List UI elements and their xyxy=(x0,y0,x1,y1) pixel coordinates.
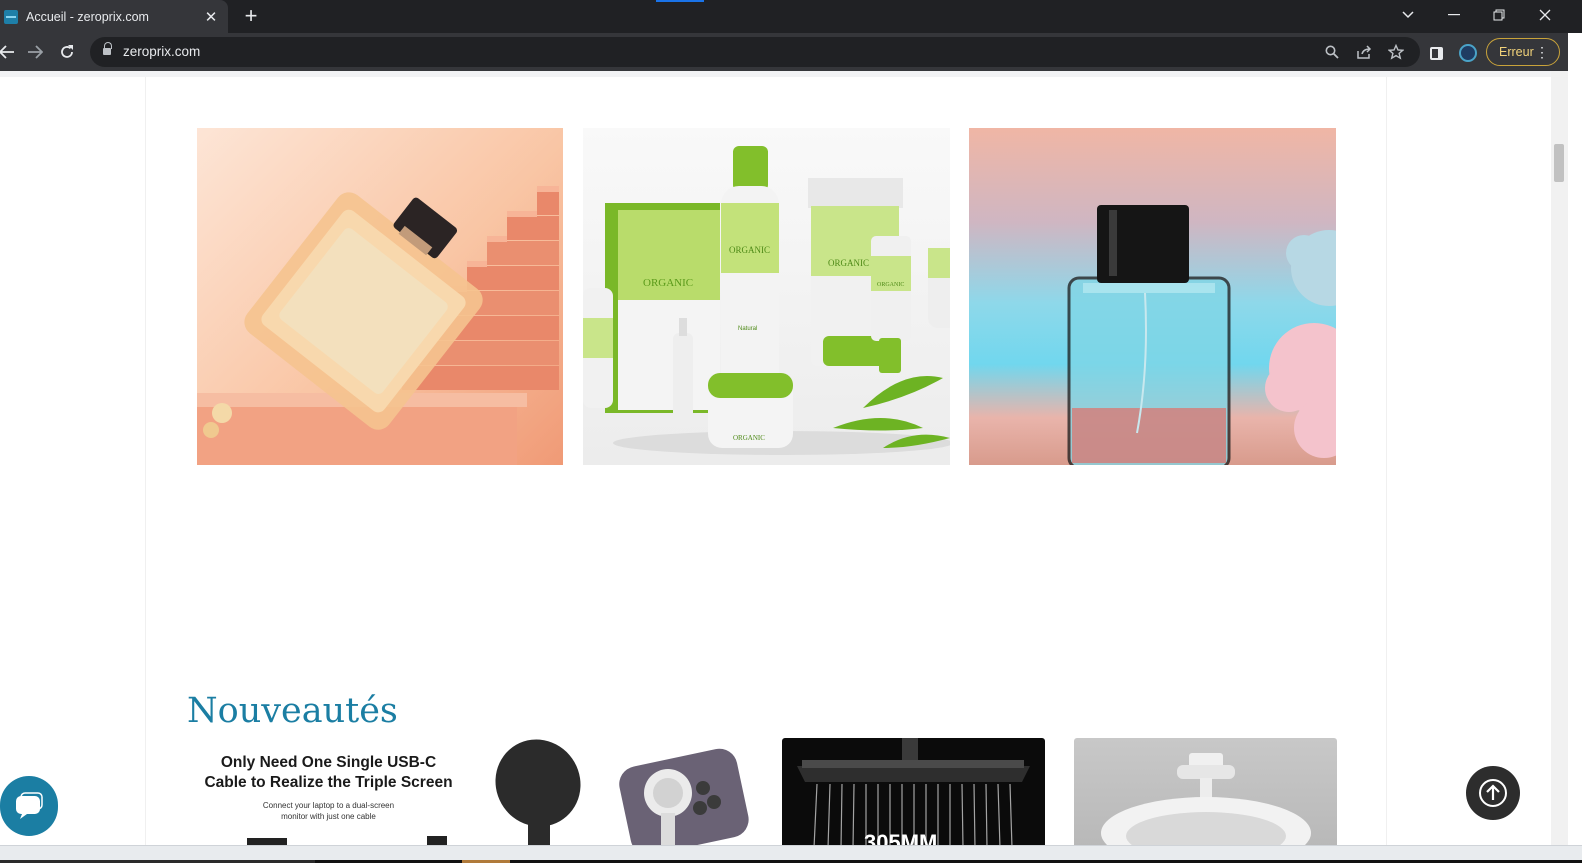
restore-window-button[interactable] xyxy=(1477,0,1521,30)
profile-avatar-icon[interactable] xyxy=(1457,42,1479,64)
close-tab-icon[interactable]: ✕ xyxy=(200,8,222,26)
close-window-button[interactable] xyxy=(1523,0,1567,30)
forward-button[interactable] xyxy=(22,39,48,65)
scrollbar-thumb[interactable] xyxy=(1554,144,1564,182)
banner-perfume-orange[interactable] xyxy=(197,128,563,465)
product-card-ceiling-fixture[interactable] xyxy=(1074,738,1337,845)
profile-error-label: Erreur xyxy=(1499,45,1534,59)
header-shadow xyxy=(0,71,1551,77)
url-text[interactable]: zeroprix.com xyxy=(123,44,200,59)
tab-loading-indicator xyxy=(656,0,704,2)
container-left-edge xyxy=(145,77,146,845)
profile-error-button[interactable]: Erreur ⋮ xyxy=(1486,38,1560,66)
magnetic-phone-mount-image xyxy=(495,739,749,845)
side-panel-icon[interactable] xyxy=(1425,42,1447,64)
organic-box-label: ORGANIC xyxy=(643,277,693,289)
organic-jar-label: ORGANIC xyxy=(733,434,765,442)
back-button[interactable] xyxy=(0,39,20,65)
minimize-window-button[interactable] xyxy=(1432,0,1476,30)
page-viewport: ORGANIC ORGANIC Natural ORGANIC ORGANIC xyxy=(0,71,1551,845)
os-taskbar xyxy=(0,845,1582,863)
page-scrollbar[interactable] xyxy=(1551,71,1568,845)
ceiling-fixture-image xyxy=(1101,753,1311,845)
banner-organic-cosmetics[interactable]: ORGANIC ORGANIC Natural ORGANIC ORGANIC xyxy=(583,128,950,465)
shower-head-image: 305MM xyxy=(797,738,1030,845)
organic-small-tube-label: ORGANIC xyxy=(877,282,904,288)
browser-tab-bar: Accueil - zeroprix.com ✕ + xyxy=(0,0,1582,33)
search-icon[interactable] xyxy=(1322,42,1342,62)
product-card-usb-c[interactable]: Only Need One Single USB-C Cable to Real… xyxy=(187,738,464,845)
browser-menu-icon[interactable]: ⋮ xyxy=(1535,44,1549,60)
address-bar[interactable]: zeroprix.com xyxy=(90,37,1420,67)
perfume-bottle-image xyxy=(1067,205,1336,465)
chat-icon xyxy=(16,792,43,819)
section-title-new-arrivals: Nouveautés xyxy=(187,691,398,731)
reload-button[interactable] xyxy=(54,39,80,65)
arrow-up-icon xyxy=(1479,779,1507,807)
bookmark-star-icon[interactable] xyxy=(1386,42,1406,62)
organic-products-image: ORGANIC ORGANIC Natural ORGANIC ORGANIC xyxy=(583,146,950,455)
tab-search-dropdown-icon[interactable] xyxy=(1386,0,1430,30)
perfume-bottle-image xyxy=(197,186,559,465)
organic-bottle-label: ORGANIC xyxy=(729,245,770,255)
natural-label: Natural xyxy=(738,326,757,332)
container-right-edge xyxy=(1386,77,1387,845)
back-to-top-button[interactable] xyxy=(1466,766,1520,820)
site-favicon-icon xyxy=(4,9,18,24)
share-icon[interactable] xyxy=(1354,42,1374,62)
browser-tab-active[interactable]: Accueil - zeroprix.com ✕ xyxy=(0,0,228,33)
banner-perfume-blue[interactable] xyxy=(969,128,1336,465)
product-card-shower-head[interactable]: 305MM xyxy=(782,738,1045,845)
product-card-magnetic-mount[interactable] xyxy=(478,738,760,845)
browser-toolbar: zeroprix.com Erreur ⋮ xyxy=(0,33,1582,71)
organic-tube-label: ORGANIC xyxy=(828,258,869,268)
chat-widget-button[interactable] xyxy=(0,776,58,836)
window-edge xyxy=(1568,33,1582,863)
usb-c-cable-image xyxy=(247,836,447,845)
new-tab-button[interactable]: + xyxy=(240,4,262,28)
shower-size-label: 305MM xyxy=(864,830,937,845)
lock-icon[interactable] xyxy=(103,42,112,57)
tab-title: Accueil - zeroprix.com xyxy=(26,9,149,24)
